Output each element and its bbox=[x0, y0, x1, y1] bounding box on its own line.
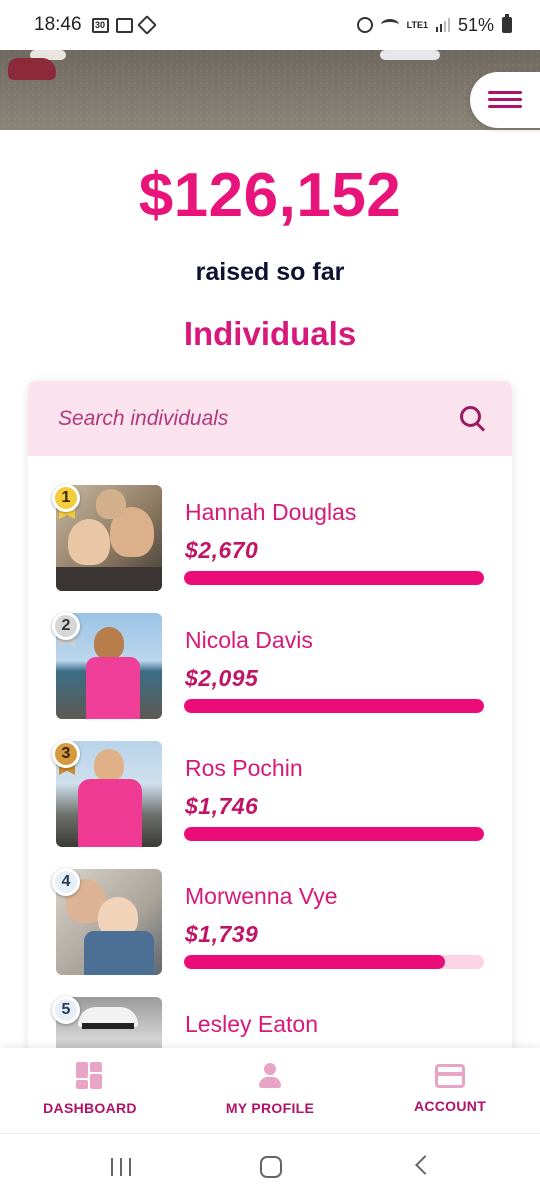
individuals-card: 1 Hannah Douglas $2,670 2 Nicola Davis $… bbox=[28, 381, 512, 1101]
recent-apps-icon[interactable] bbox=[111, 1158, 131, 1176]
progress-bar bbox=[184, 571, 484, 585]
system-nav-bar bbox=[0, 1133, 540, 1200]
sync-icon bbox=[136, 15, 157, 35]
dashboard-icon bbox=[76, 1062, 104, 1090]
nav-dashboard[interactable]: DASHBOARD bbox=[0, 1048, 180, 1133]
individual-row[interactable]: 4 Morwenna Vye $1,739 bbox=[28, 868, 512, 997]
section-title: Individuals bbox=[183, 315, 357, 352]
home-icon[interactable] bbox=[260, 1156, 282, 1178]
individual-row[interactable]: 2 Nicola Davis $2,095 bbox=[28, 612, 512, 741]
network-label: LTE1 bbox=[406, 20, 428, 30]
status-bar: 18:46 30 LTE1 51% bbox=[0, 0, 540, 50]
rank-badge: 4 bbox=[52, 868, 80, 896]
nav-label: ACCOUNT bbox=[413, 1098, 487, 1114]
individual-amount: $1,746 bbox=[185, 793, 259, 819]
nav-label: DASHBOARD bbox=[43, 1100, 137, 1116]
raised-label: raised so far bbox=[195, 258, 345, 286]
hero-image bbox=[0, 50, 540, 130]
progress-bar bbox=[184, 699, 484, 713]
individual-name[interactable]: Lesley Eaton bbox=[185, 1011, 318, 1038]
signal-icon bbox=[435, 18, 450, 32]
rank-badge: 1 bbox=[52, 484, 80, 512]
nav-label: MY PROFILE bbox=[225, 1100, 315, 1116]
alarm-icon bbox=[356, 17, 373, 33]
battery-icon bbox=[502, 14, 512, 33]
individual-name[interactable]: Nicola Davis bbox=[185, 627, 313, 654]
individual-amount: $2,670 bbox=[185, 537, 259, 563]
back-icon[interactable] bbox=[415, 1155, 435, 1175]
search-icon[interactable] bbox=[460, 405, 486, 432]
wifi-icon bbox=[380, 19, 399, 31]
progress-bar bbox=[184, 955, 484, 969]
menu-button[interactable] bbox=[470, 72, 540, 128]
nav-account[interactable]: ACCOUNT bbox=[360, 1048, 540, 1133]
app-icon bbox=[115, 17, 133, 33]
rank-badge: 5 bbox=[52, 996, 80, 1024]
profile-icon bbox=[256, 1062, 284, 1090]
individual-name[interactable]: Ros Pochin bbox=[185, 755, 303, 782]
individual-name[interactable]: Hannah Douglas bbox=[185, 499, 356, 526]
nav-my-profile[interactable]: MY PROFILE bbox=[180, 1048, 360, 1133]
total-raised-amount: $126,152 bbox=[138, 161, 402, 230]
search-input[interactable] bbox=[58, 406, 460, 431]
search-bar bbox=[28, 381, 512, 456]
calendar-icon: 30 bbox=[91, 17, 109, 33]
progress-bar bbox=[184, 827, 484, 841]
individual-row[interactable]: 3 Ros Pochin $1,746 bbox=[28, 740, 512, 869]
rank-badge: 3 bbox=[52, 740, 80, 768]
individual-name[interactable]: Morwenna Vye bbox=[185, 883, 338, 910]
rank-badge: 2 bbox=[52, 612, 80, 640]
individual-amount: $1,739 bbox=[185, 921, 259, 947]
individual-row[interactable]: 1 Hannah Douglas $2,670 bbox=[28, 484, 512, 613]
bottom-nav: DASHBOARD MY PROFILE ACCOUNT bbox=[0, 1048, 540, 1133]
credit-card-icon bbox=[435, 1064, 465, 1088]
battery-percent: 51% bbox=[457, 14, 494, 35]
status-time: 18:46 bbox=[34, 14, 82, 35]
hamburger-icon bbox=[488, 91, 522, 94]
individual-amount: $2,095 bbox=[185, 665, 259, 691]
